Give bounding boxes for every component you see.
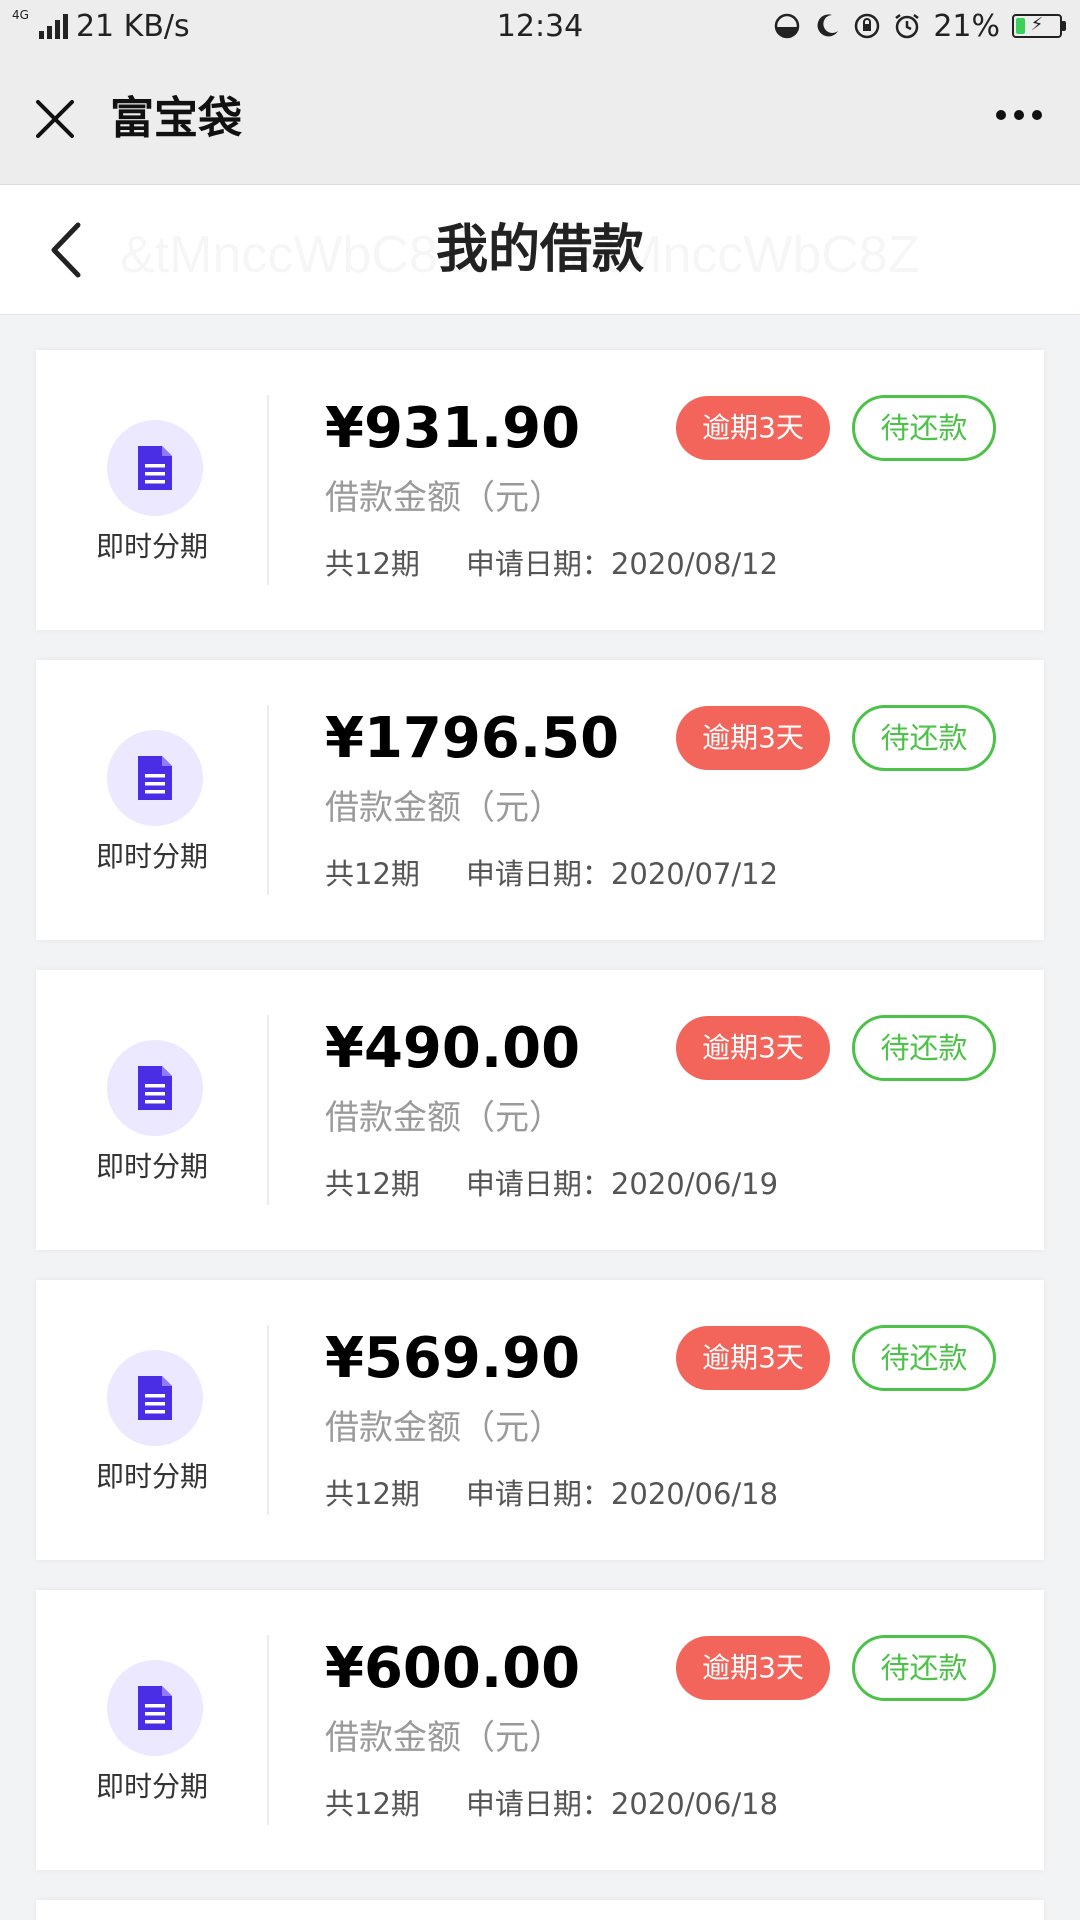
more-button[interactable] xyxy=(996,110,1042,120)
page-title: 我的借款 xyxy=(435,220,644,280)
apply-date-row: 申请日期：2020/06/18 xyxy=(466,1471,778,1513)
loan-meta: 共12期 申请日期：2020/06/19 xyxy=(325,1161,778,1203)
overdue-badge: 逾期3天 xyxy=(676,706,830,770)
product-name: 即时分期 xyxy=(95,1770,208,1803)
product-name: 即时分期 xyxy=(95,840,208,873)
apply-date-label: 申请日期： xyxy=(465,1167,611,1201)
loan-meta: 共12期 申请日期：2020/07/12 xyxy=(325,851,778,893)
document-icon xyxy=(107,1040,203,1136)
page-nav-bar: 我的借款 xyxy=(0,185,1080,315)
alarm-icon xyxy=(893,12,921,40)
apply-date-label: 申请日期： xyxy=(465,857,611,891)
product-name: 即时分期 xyxy=(95,1150,208,1183)
product-name: 即时分期 xyxy=(95,530,208,563)
loan-amount-label: 借款金额（元） xyxy=(325,1408,563,1448)
status-left: 4G 21 KB/s xyxy=(12,9,190,44)
apply-date-row: 申请日期：2020/07/12 xyxy=(466,851,778,893)
apply-date-row: 申请日期：2020/08/12 xyxy=(466,541,778,583)
product-name: 即时分期 xyxy=(95,1460,208,1493)
apply-date: 2020/08/12 xyxy=(610,547,779,581)
status-right: 21% ⚡ xyxy=(773,9,1066,44)
pending-repayment-button[interactable]: 待还款 xyxy=(852,1015,996,1081)
loan-periods: 共12期 xyxy=(325,547,420,581)
product-block: 即时分期 xyxy=(36,1280,268,1560)
product-block: 即时分期 xyxy=(36,1590,268,1870)
pending-repayment-button[interactable]: 待还款 xyxy=(852,395,996,461)
loan-amount-label: 借款金额（元） xyxy=(325,1718,563,1758)
loan-card[interactable] xyxy=(36,1900,1044,1920)
loan-amount: ¥600.00 xyxy=(325,1636,581,1701)
apply-date: 2020/06/18 xyxy=(610,1787,779,1821)
document-icon xyxy=(107,1660,203,1756)
product-block: 即时分期 xyxy=(36,350,268,630)
pending-repayment-button[interactable]: 待还款 xyxy=(852,1635,996,1701)
charging-bolt-icon: ⚡ xyxy=(1030,14,1044,35)
apply-date-row: 申请日期：2020/06/18 xyxy=(466,1781,778,1823)
loan-meta: 共12期 申请日期：2020/06/18 xyxy=(325,1471,778,1513)
apply-date-label: 申请日期： xyxy=(465,1477,611,1511)
pending-repayment-button[interactable]: 待还款 xyxy=(852,1325,996,1391)
loan-card[interactable]: 即时分期 ¥490.00 借款金额（元） 共12期 申请日期：2020/06/1… xyxy=(36,970,1044,1250)
apply-date: 2020/06/19 xyxy=(610,1167,779,1201)
apply-date-label: 申请日期： xyxy=(465,1787,611,1821)
loan-list: 即时分期 ¥931.90 借款金额（元） 共12期 申请日期：2020/08/1… xyxy=(36,350,1044,1920)
loan-periods: 共12期 xyxy=(325,857,420,891)
close-icon xyxy=(36,100,74,138)
battery-percent: 21% xyxy=(933,8,1000,44)
divider xyxy=(267,1015,269,1205)
divider xyxy=(267,395,269,585)
loan-periods: 共12期 xyxy=(325,1787,420,1821)
loan-periods: 共12期 xyxy=(325,1167,420,1201)
eye-comfort-icon xyxy=(773,12,801,40)
document-icon xyxy=(107,730,203,826)
app-title: 富宝袋 xyxy=(110,93,242,144)
moon-icon xyxy=(813,12,841,40)
loan-card[interactable]: 即时分期 ¥569.90 借款金额（元） 共12期 申请日期：2020/06/1… xyxy=(36,1280,1044,1560)
apply-date-label: 申请日期： xyxy=(465,547,611,581)
overdue-badge: 逾期3天 xyxy=(676,1636,830,1700)
loan-amount: ¥1796.50 xyxy=(325,706,620,771)
apply-date: 2020/06/18 xyxy=(610,1477,779,1511)
divider xyxy=(267,1635,269,1825)
document-icon xyxy=(107,420,203,516)
loan-amount-label: 借款金额（元） xyxy=(325,788,563,828)
divider xyxy=(267,1325,269,1515)
overdue-badge: 逾期3天 xyxy=(676,1016,830,1080)
more-dot xyxy=(996,110,1006,120)
apply-date: 2020/07/12 xyxy=(610,857,779,891)
loan-amount-label: 借款金额（元） xyxy=(325,478,563,518)
overdue-badge: 逾期3天 xyxy=(676,1326,830,1390)
product-block: 即时分期 xyxy=(36,660,268,940)
more-dot xyxy=(1032,110,1042,120)
network-speed: 21 KB/s xyxy=(75,8,190,44)
network-type: 4G xyxy=(12,7,29,22)
pending-repayment-button[interactable]: 待还款 xyxy=(852,705,996,771)
loan-amount: ¥931.90 xyxy=(325,396,581,461)
overdue-badge: 逾期3天 xyxy=(676,396,830,460)
rotation-lock-icon xyxy=(853,12,881,40)
loan-meta: 共12期 申请日期：2020/06/18 xyxy=(325,1781,778,1823)
signal-icon xyxy=(38,13,68,39)
divider xyxy=(267,705,269,895)
loan-amount: ¥490.00 xyxy=(325,1016,581,1081)
app-header: 富宝袋 xyxy=(0,52,1080,185)
status-bar: 4G 21 KB/s 12:34 21% ⚡ xyxy=(0,0,1080,52)
battery-icon: ⚡ xyxy=(1012,14,1066,38)
apply-date-row: 申请日期：2020/06/19 xyxy=(466,1161,778,1203)
product-block: 即时分期 xyxy=(36,970,268,1250)
loan-amount-label: 借款金额（元） xyxy=(325,1098,563,1138)
loan-card[interactable]: 即时分期 ¥1796.50 借款金额（元） 共12期 申请日期：2020/07/… xyxy=(36,660,1044,940)
close-button[interactable] xyxy=(30,94,80,144)
loan-amount: ¥569.90 xyxy=(325,1326,581,1391)
loan-card[interactable]: 即时分期 ¥931.90 借款金额（元） 共12期 申请日期：2020/08/1… xyxy=(36,350,1044,630)
loan-periods: 共12期 xyxy=(325,1477,420,1511)
loan-meta: 共12期 申请日期：2020/08/12 xyxy=(325,541,778,583)
document-icon xyxy=(107,1350,203,1446)
loan-card[interactable]: 即时分期 ¥600.00 借款金额（元） 共12期 申请日期：2020/06/1… xyxy=(36,1590,1044,1870)
more-dot xyxy=(1014,110,1024,120)
